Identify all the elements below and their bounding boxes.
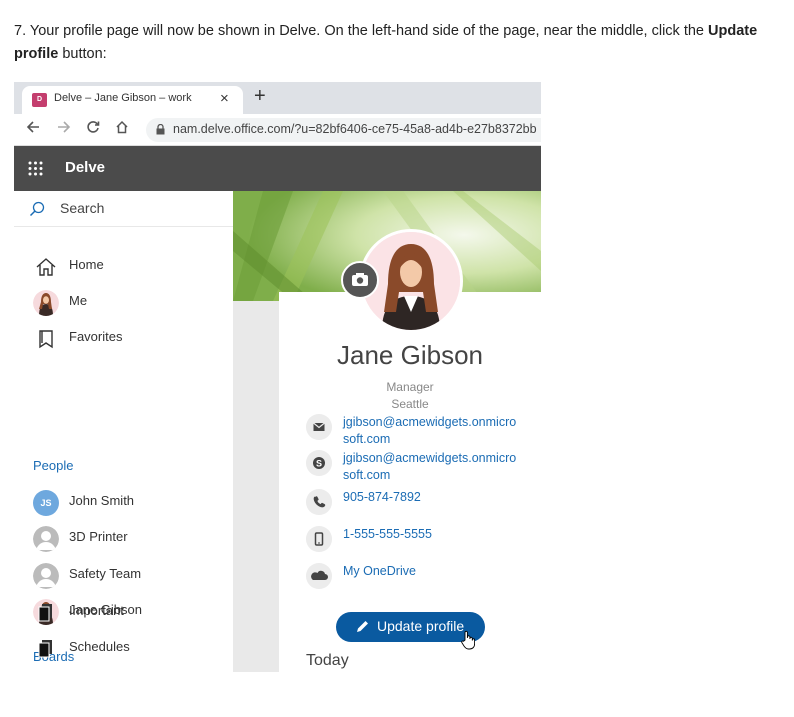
sidebar-item-label: Schedules xyxy=(69,639,130,654)
sidebar-item-3d-printer[interactable]: 3D Printer xyxy=(14,522,233,552)
mail-icon xyxy=(306,414,332,440)
camera-icon xyxy=(352,273,368,286)
avatar xyxy=(33,290,59,316)
delve-header: Delve xyxy=(14,146,541,191)
delve-screenshot: D Delve – Jane Gibson – work × + nam.del… xyxy=(14,82,541,672)
instruction-prefix: 7. Your profile page will now be shown i… xyxy=(14,23,709,39)
back-arrow-icon[interactable] xyxy=(26,120,40,138)
sidebar-item-favorites[interactable]: Favorites xyxy=(14,322,233,352)
tab-title: Delve – Jane Gibson – work xyxy=(54,92,192,104)
browser-tab-bar: D Delve – Jane Gibson – work × + xyxy=(14,82,541,114)
tab-close-icon[interactable]: × xyxy=(220,90,229,107)
reload-icon[interactable] xyxy=(86,120,100,138)
hand-cursor-icon xyxy=(461,630,475,650)
sidebar-item-label: Favorites xyxy=(69,329,123,344)
sidebar-item-schedules[interactable]: Schedules xyxy=(14,632,233,662)
sidebar-item-label: 3D Printer xyxy=(69,529,128,544)
app-title[interactable]: Delve xyxy=(65,159,105,176)
board-icon xyxy=(38,640,52,658)
avatar xyxy=(33,526,59,552)
mobile-link[interactable]: 1-555-555-5555 xyxy=(343,526,521,543)
board-icon xyxy=(38,604,52,622)
sidebar-item-safety-team[interactable]: Safety Team xyxy=(14,559,233,589)
mobile-phone-icon xyxy=(306,526,332,552)
new-tab-icon[interactable]: + xyxy=(254,85,266,108)
sidebar-item-label: Me xyxy=(69,293,88,308)
bookmark-icon xyxy=(39,330,53,349)
delve-favicon-icon: D xyxy=(32,93,47,107)
phone-link[interactable]: 905-874-7892 xyxy=(343,489,521,506)
browser-address-bar: nam.delve.office.com/?u=82bf6406-ce75-45… xyxy=(14,114,541,146)
avatar xyxy=(33,563,59,589)
email-link[interactable]: jgibson@acmewidgets.onmicrosoft.com xyxy=(343,414,521,448)
update-profile-label: Update profile xyxy=(377,618,465,634)
profile-location: Seattle xyxy=(391,397,429,411)
onedrive-link[interactable]: My OneDrive xyxy=(343,563,521,580)
sidebar-item-label: Home xyxy=(69,257,104,272)
sidebar-item-label: Important xyxy=(69,603,124,618)
search-icon xyxy=(29,201,45,217)
profile-title: Manager xyxy=(386,380,434,394)
search-label: Search xyxy=(60,200,105,216)
sidebar-item-label: Safety Team xyxy=(69,566,142,581)
sidebar-item-important[interactable]: Important xyxy=(14,596,233,626)
lock-icon xyxy=(156,124,165,135)
skype-icon: S xyxy=(306,450,332,476)
home-icon xyxy=(36,258,56,276)
svg-text:S: S xyxy=(316,459,322,469)
instruction-text: 7. Your profile page will now be shown i… xyxy=(14,20,784,66)
url-text: nam.delve.office.com/?u=82bf6406-ce75-45… xyxy=(173,122,537,136)
sidebar-item-label: John Smith xyxy=(69,493,135,508)
cloud-icon xyxy=(306,563,332,589)
profile-name: Jane Gibson xyxy=(337,340,483,370)
instruction-suffix: button: xyxy=(58,46,107,62)
avatar: JS xyxy=(33,490,59,516)
today-heading: Today xyxy=(306,652,349,669)
forward-arrow-icon[interactable] xyxy=(57,120,71,138)
app-launcher-icon[interactable] xyxy=(28,161,43,176)
sidebar-item-home[interactable]: Home xyxy=(14,250,233,280)
pencil-icon xyxy=(357,621,368,632)
sidebar-item-john-smith[interactable]: JS John Smith xyxy=(14,486,233,516)
browser-tab[interactable]: D Delve – Jane Gibson – work × xyxy=(22,86,243,114)
home-browser-icon[interactable] xyxy=(115,120,129,138)
url-field[interactable]: nam.delve.office.com/?u=82bf6406-ce75-45… xyxy=(146,118,541,142)
sidebar-item-me[interactable]: Me xyxy=(14,286,233,316)
people-heading[interactable]: People xyxy=(33,458,73,473)
skype-link[interactable]: jgibson@acmewidgets.onmicrosoft.com xyxy=(343,450,521,484)
change-photo-button[interactable] xyxy=(341,261,379,299)
search-box[interactable]: Search xyxy=(14,191,233,227)
phone-icon xyxy=(306,489,332,515)
